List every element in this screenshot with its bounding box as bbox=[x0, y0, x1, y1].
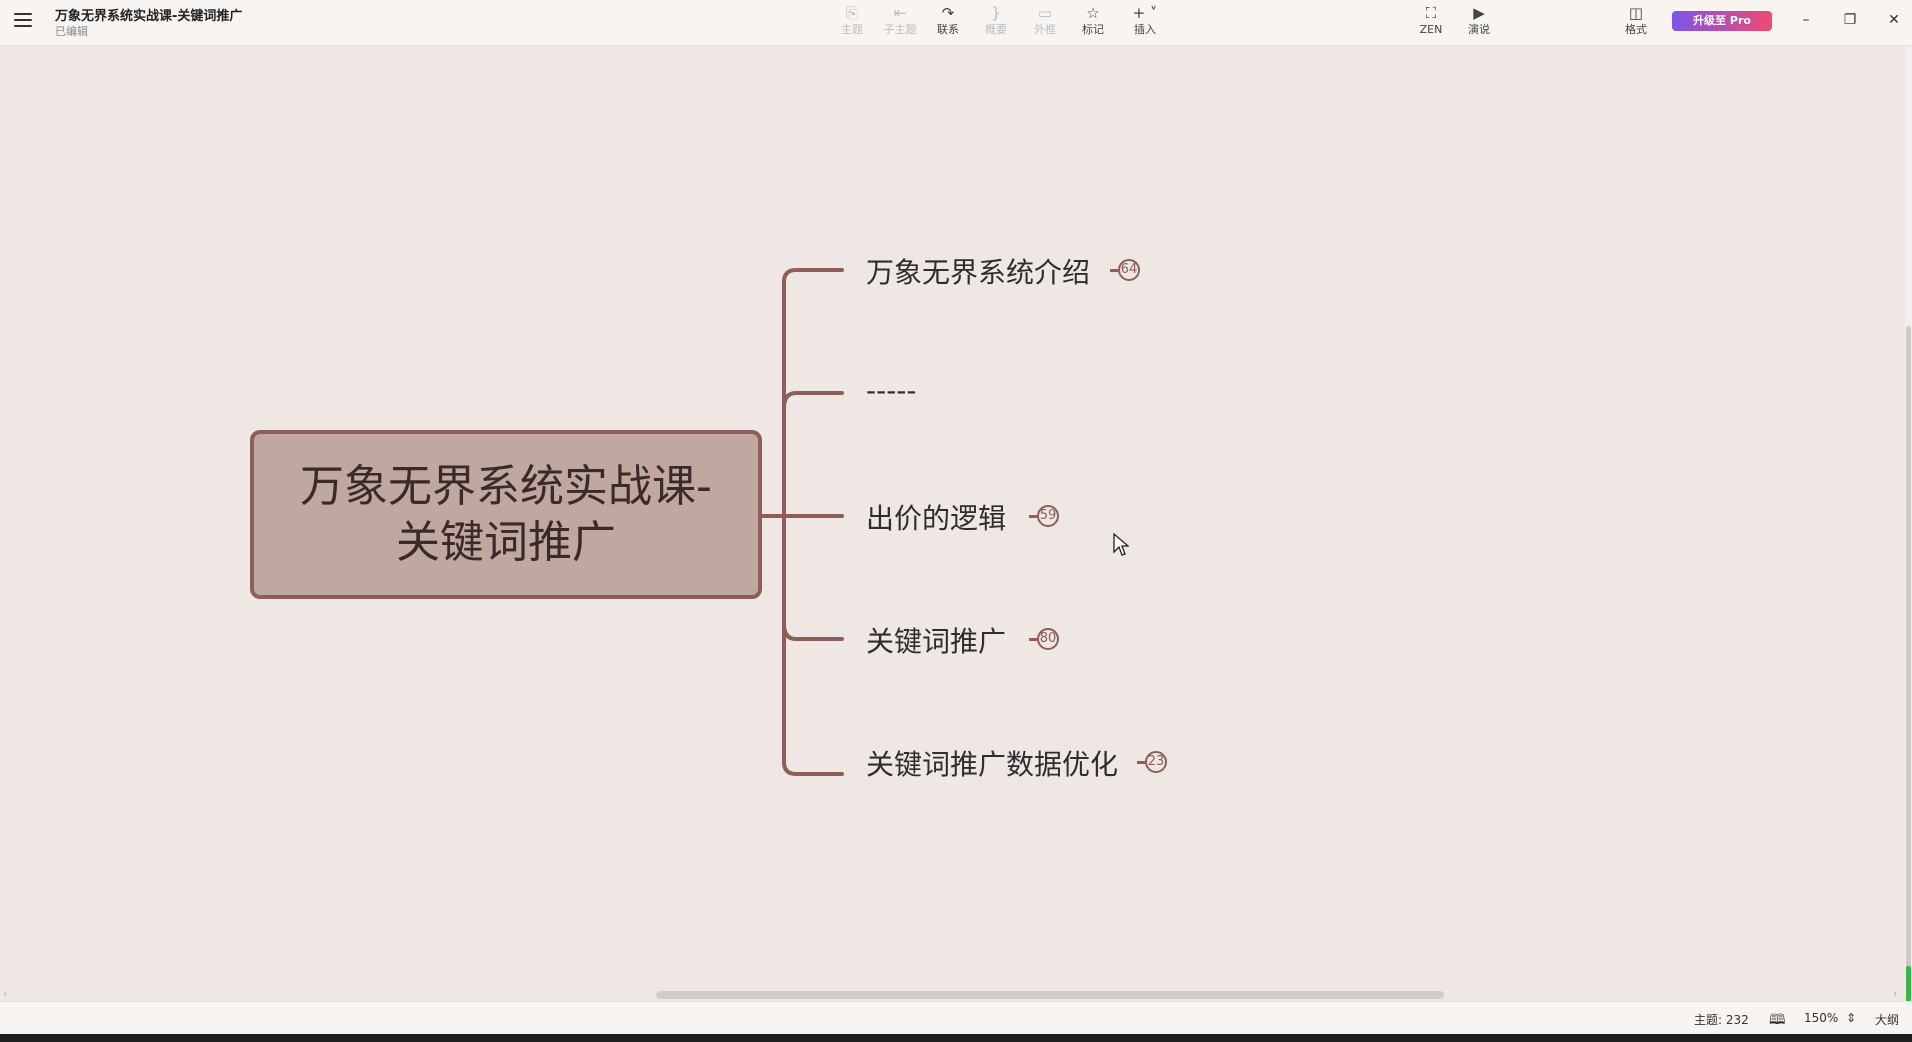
restore-icon[interactable]: ❐ bbox=[1835, 8, 1865, 32]
branch-topic-keyword-promo[interactable]: 关键词推广 bbox=[866, 620, 1006, 660]
marker-button[interactable]: ☆ 标记 bbox=[1068, 3, 1118, 41]
mouse-cursor-icon bbox=[1113, 533, 1129, 556]
badge-stem bbox=[1029, 515, 1037, 518]
status-bar: 主题: 232 🕮 150% ⇕ 大纲 bbox=[0, 1001, 1912, 1035]
horizontal-scrollbar[interactable]: ‹ › bbox=[0, 987, 1905, 1000]
branch-topic-divider[interactable]: ----- bbox=[866, 374, 917, 407]
title-toolbar: 万象无界系统实战课-关键词推广 已编辑 ⎘ 主题 ⇤ 子主题 ↷ 联系 } 概要… bbox=[0, 0, 1912, 46]
badge-stem bbox=[1110, 269, 1118, 272]
minimize-icon[interactable]: – bbox=[1791, 8, 1821, 32]
taskbar-strip bbox=[0, 1034, 1912, 1042]
collapsed-count-badge[interactable]: 23 bbox=[1145, 751, 1167, 773]
topic-button[interactable]: ⎘ 主题 bbox=[827, 3, 877, 41]
scroll-right-icon[interactable]: › bbox=[1893, 987, 1897, 1000]
boundary-button[interactable]: ▭ 外框 bbox=[1020, 3, 1070, 41]
vertical-scroll-thumb[interactable] bbox=[1906, 326, 1911, 976]
topic-icon: ⎘ bbox=[845, 4, 858, 22]
summary-bracket-icon: } bbox=[991, 4, 1001, 22]
subtopic-icon: ⇤ bbox=[893, 4, 907, 22]
branch-topic-data-optimization[interactable]: 关键词推广数据优化 bbox=[866, 743, 1118, 783]
outline-button[interactable]: 大纲 bbox=[1875, 1011, 1899, 1028]
central-topic-line1: 万象无界系统实战课- bbox=[300, 460, 712, 512]
zoom-stepper-icon[interactable]: ⇕ bbox=[1846, 1011, 1856, 1025]
badge-stem bbox=[1029, 638, 1037, 641]
topic-count: 主题: 232 bbox=[1694, 1013, 1749, 1027]
presentation-play-icon: ▶ bbox=[1473, 4, 1485, 22]
fullscreen-icon: ⛶ bbox=[1425, 4, 1437, 22]
central-topic-line2: 关键词推广 bbox=[396, 516, 616, 568]
relationship-curve-icon: ↷ bbox=[941, 4, 955, 22]
document-title: 万象无界系统实战课-关键词推广 bbox=[55, 9, 243, 24]
collapsed-count-badge[interactable]: 80 bbox=[1037, 628, 1059, 650]
subtopic-button[interactable]: ⇤ 子主题 bbox=[875, 3, 925, 41]
document-status: 已编辑 bbox=[55, 25, 88, 38]
pitch-button[interactable]: ▶ 演说 bbox=[1454, 3, 1504, 41]
badge-stem bbox=[1137, 761, 1145, 764]
insert-button[interactable]: + ˅ 插入 bbox=[1120, 3, 1170, 41]
summary-button[interactable]: } 概要 bbox=[971, 3, 1021, 41]
boundary-icon: ▭ bbox=[1037, 4, 1053, 22]
horizontal-scroll-thumb[interactable] bbox=[656, 991, 1444, 999]
vertical-scrollbar[interactable] bbox=[1905, 46, 1912, 1026]
central-topic[interactable]: 万象无界系统实战课- 关键词推广 bbox=[250, 430, 762, 599]
zoom-level[interactable]: 150% bbox=[1804, 1011, 1838, 1025]
close-icon[interactable]: ✕ bbox=[1879, 8, 1909, 32]
hamburger-menu-icon[interactable] bbox=[14, 11, 32, 29]
format-panel-icon: ◫ bbox=[1628, 4, 1644, 22]
scroll-left-icon[interactable]: ‹ bbox=[3, 987, 7, 1000]
book-icon[interactable]: 🕮 bbox=[1769, 1009, 1786, 1033]
star-icon: ☆ bbox=[1086, 4, 1100, 22]
upgrade-pro-button[interactable]: 升级至 Pro bbox=[1672, 11, 1772, 31]
format-button[interactable]: ◫ 格式 bbox=[1611, 3, 1661, 41]
zen-button[interactable]: ⛶ ZEN bbox=[1406, 3, 1456, 41]
plus-icon: + ˅ bbox=[1132, 4, 1158, 22]
mindmap-canvas[interactable]: 万象无界系统实战课- 关键词推广 万象无界系统介绍 64 ----- 出价的逻辑… bbox=[0, 46, 1905, 991]
branch-topic-bidding[interactable]: 出价的逻辑 bbox=[866, 497, 1006, 537]
collapsed-count-badge[interactable]: 64 bbox=[1118, 259, 1140, 281]
collapsed-count-badge[interactable]: 59 bbox=[1037, 505, 1059, 527]
relationship-button[interactable]: ↷ 联系 bbox=[923, 3, 973, 41]
branch-topic-intro[interactable]: 万象无界系统介绍 bbox=[866, 251, 1090, 291]
